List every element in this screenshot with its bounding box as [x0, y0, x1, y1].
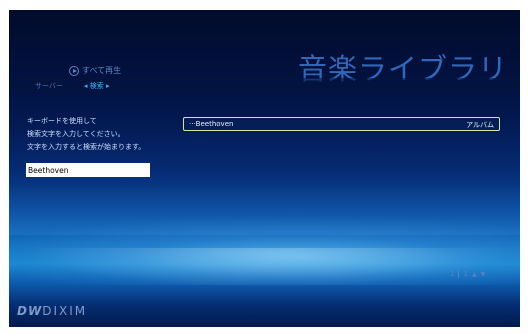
page-down-icon[interactable]: ▼: [481, 271, 486, 278]
play-icon: [69, 65, 79, 76]
pager: 1 1 ▲ ▼: [450, 270, 485, 278]
play-all-label: すべて再生: [82, 66, 122, 75]
search-input[interactable]: [26, 163, 150, 177]
page-current: 1: [450, 270, 455, 278]
logo-mark: DW: [17, 304, 43, 318]
instruction-line: キーボードを使用して: [27, 117, 97, 125]
page-total: 1: [463, 270, 468, 278]
logo-word: DIXIM: [42, 304, 88, 318]
media-player-screen: 音楽ライブラリ すべて再生 サーバー ◂ 検索 ▸ キーボードを使用して 検索文…: [9, 10, 520, 327]
result-type: アルバム: [466, 121, 494, 129]
search-result-item[interactable]: ···Beethoven アルバム: [183, 117, 500, 131]
page-up-icon[interactable]: ▲: [472, 271, 477, 278]
instruction-line: 検索文字を入力してください。: [27, 130, 125, 138]
nav-search-tab[interactable]: ◂ 検索 ▸: [84, 81, 109, 91]
instruction-line: 文字を入力すると検索が始まります。: [27, 143, 146, 151]
play-all-button[interactable]: すべて再生: [69, 65, 121, 76]
dixim-logo: DWDIXIM: [17, 304, 87, 318]
pager-divider: [458, 270, 460, 278]
nav-server-tab[interactable]: サーバー: [35, 81, 63, 91]
search-instructions: キーボードを使用して 検索文字を入力してください。 文字を入力すると検索が始まり…: [27, 115, 145, 154]
light-wave: [9, 248, 520, 293]
result-name: ···Beethoven: [189, 120, 234, 128]
